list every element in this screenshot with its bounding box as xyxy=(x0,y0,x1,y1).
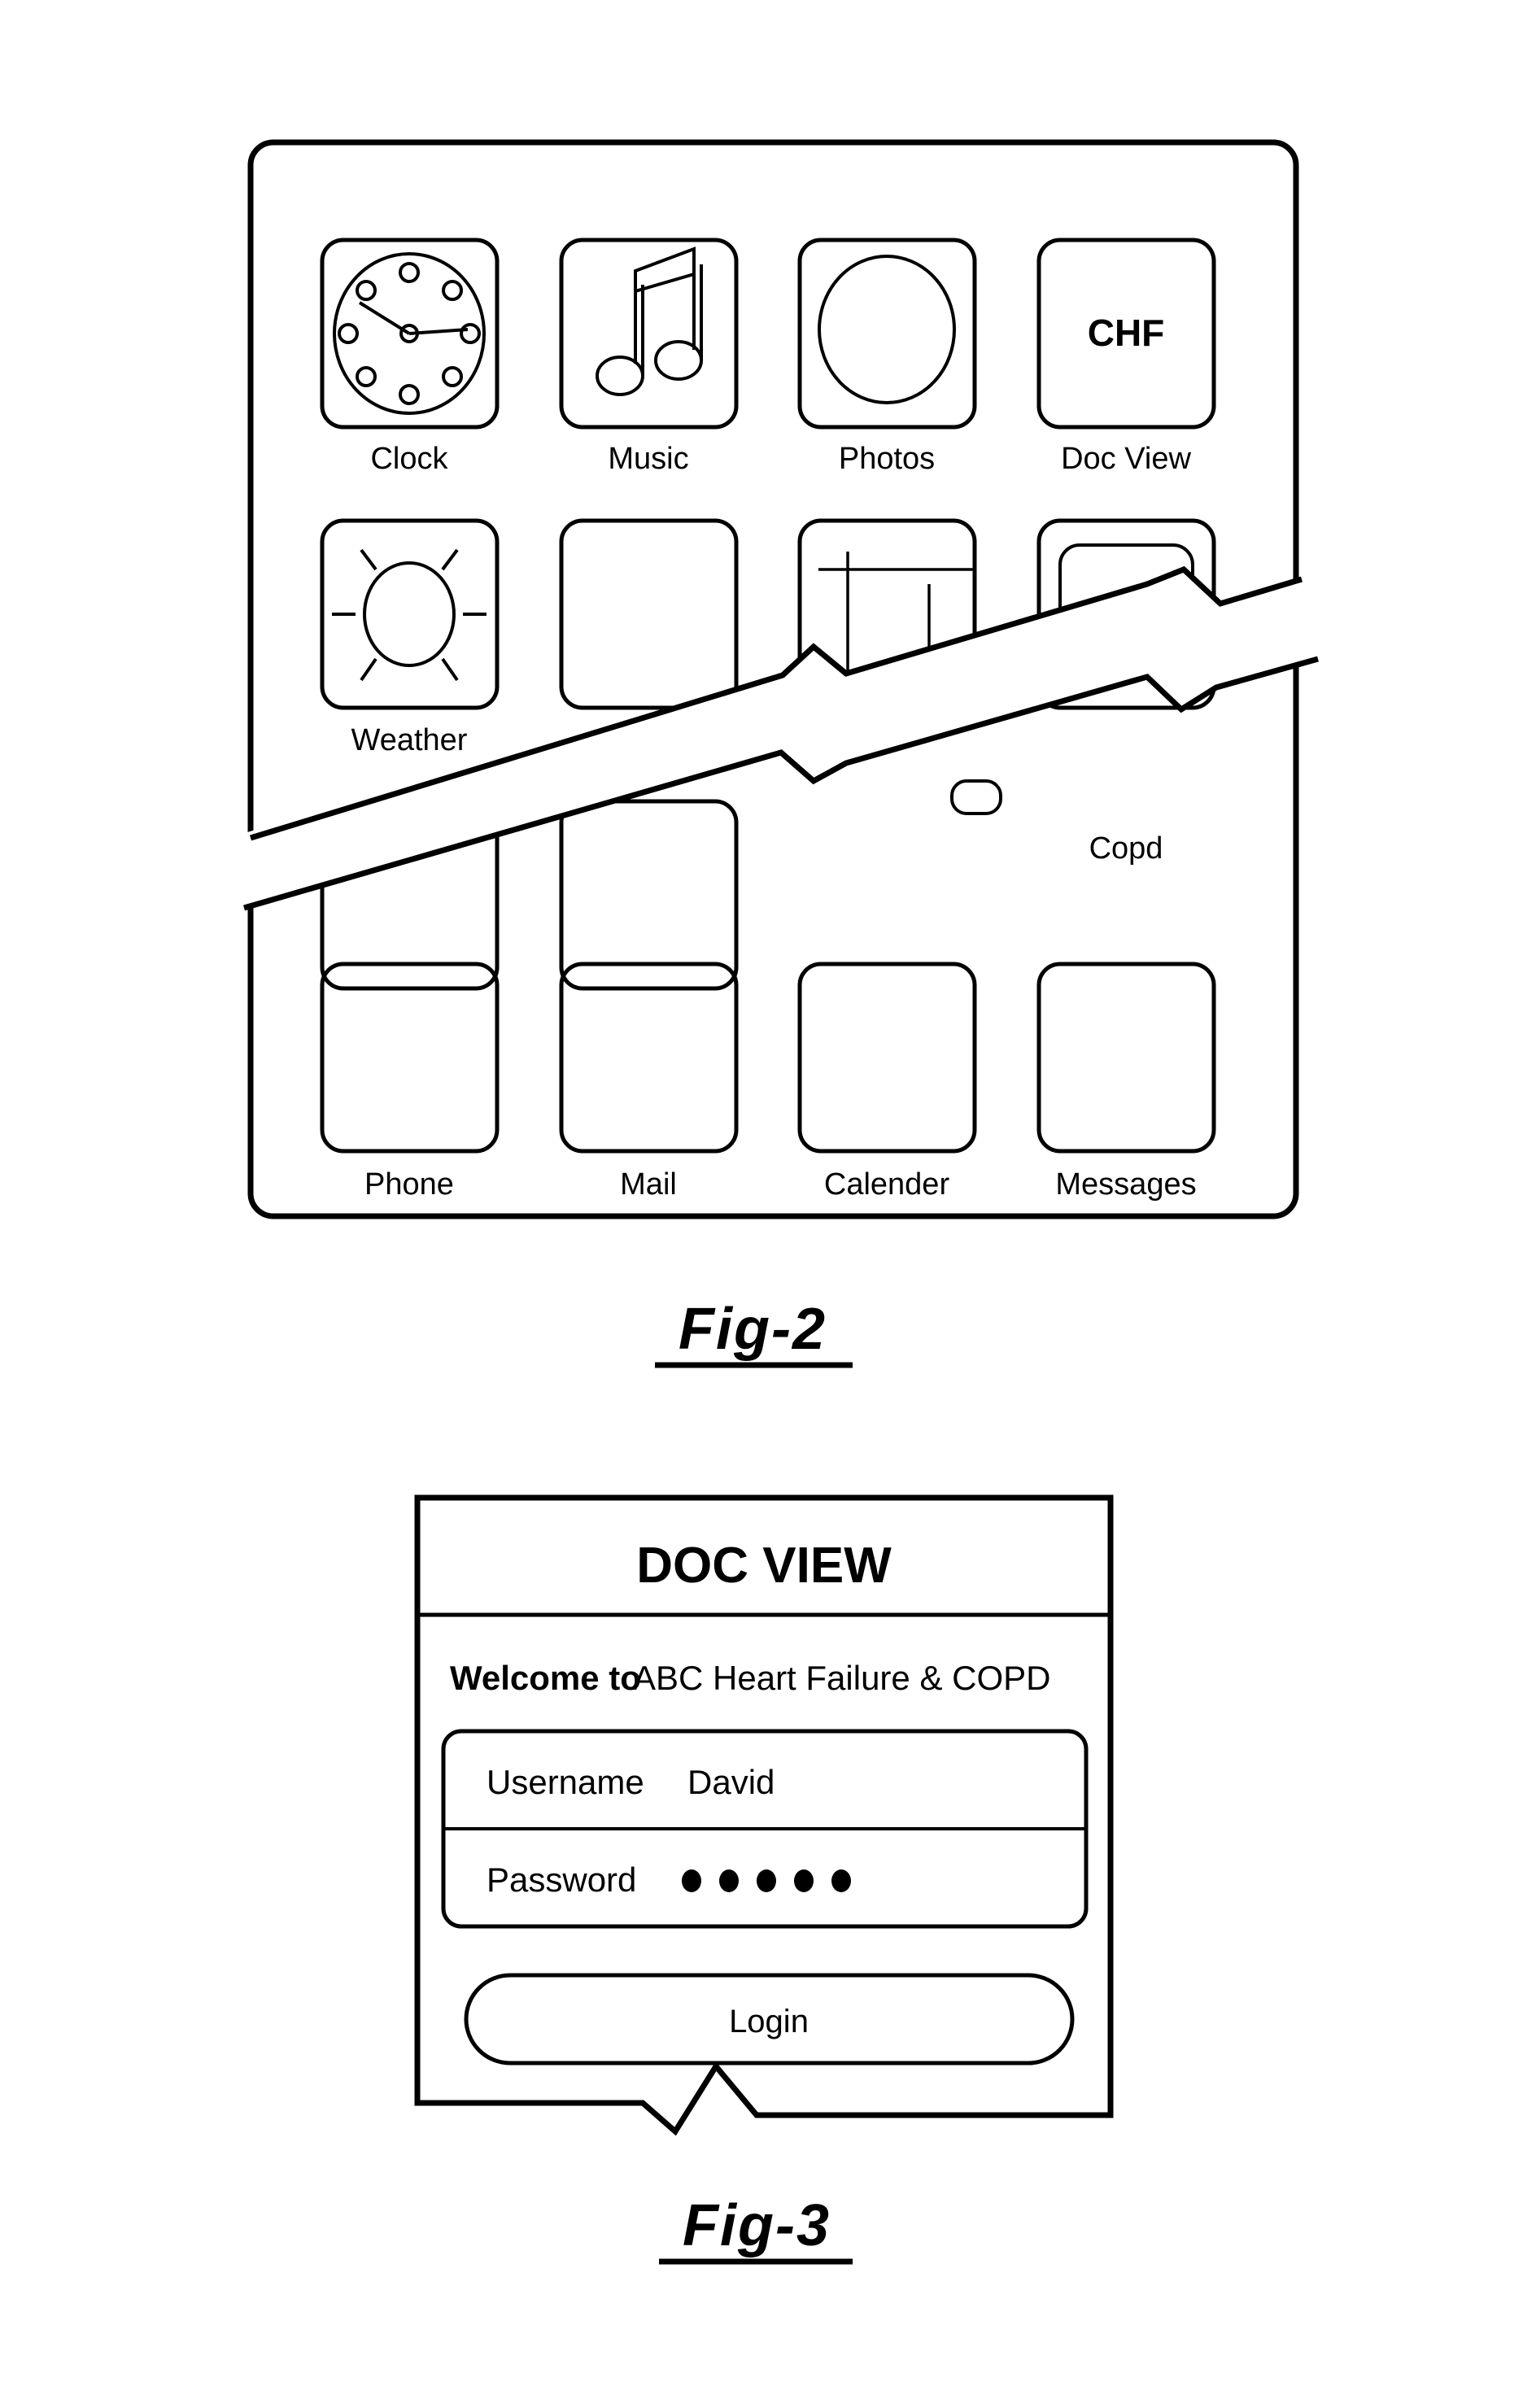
username-label: Username xyxy=(487,1763,644,1801)
figure-3: DOC VIEW Welcome to ABC Heart Failure & … xyxy=(414,1494,1114,2265)
figure-3-caption: Fig-3 xyxy=(659,2193,853,2265)
welcome-prefix: Welcome to xyxy=(450,1659,641,1697)
password-label: Password xyxy=(487,1861,636,1899)
patent-drawing-sheet: Clock Music Photos CHF Doc View Weather … xyxy=(0,0,1536,2408)
dialog-title: DOC VIEW xyxy=(636,1538,892,1594)
svg-text:Fig-3: Fig-3 xyxy=(683,2193,831,2258)
username-field-row[interactable]: Username David xyxy=(487,1763,775,1801)
login-button-label: Login xyxy=(729,2004,809,2039)
welcome-app-name: ABC Heart Failure & COPD xyxy=(633,1659,1050,1697)
username-input[interactable]: David xyxy=(687,1763,775,1801)
